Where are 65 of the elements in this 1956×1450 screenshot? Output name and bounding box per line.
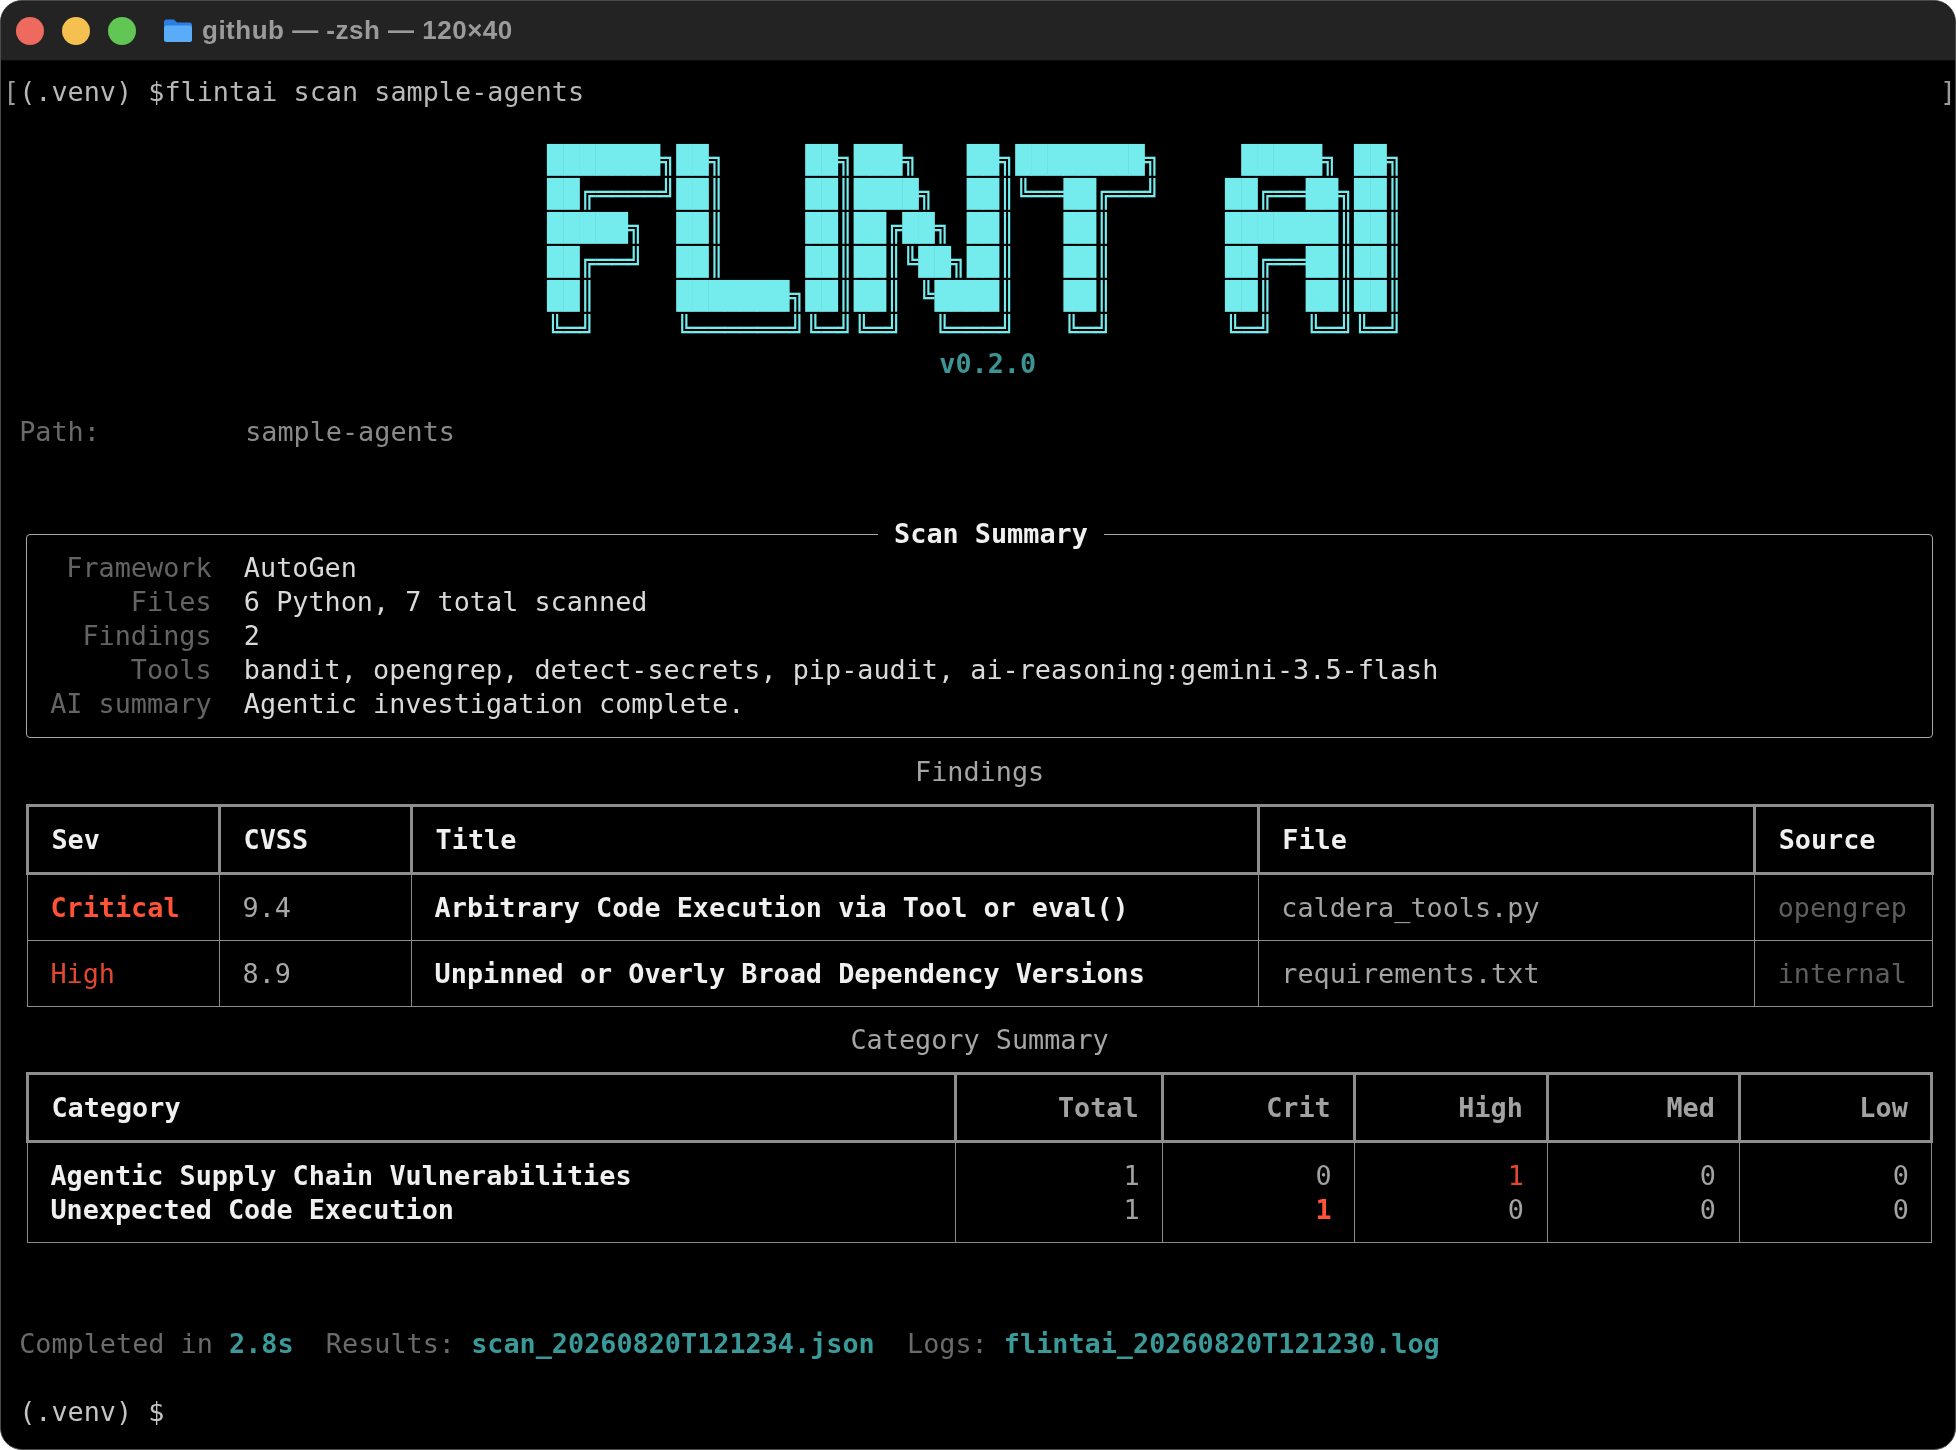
version-label: v0.2.0 <box>939 348 1037 379</box>
status-value: scan_20260820T121234.json <box>471 1326 875 1361</box>
column-header: Low <box>1739 1073 1932 1142</box>
table-cell: 1 <box>1354 1141 1547 1193</box>
mark-bracket: ] <box>1940 75 1955 109</box>
status-label: Results: <box>325 1326 455 1361</box>
table-cell: 8.9 <box>219 940 412 1007</box>
table-cell: Arbitrary Code Execution via Tool or eval() <box>411 873 1259 941</box>
summary-label: Files <box>129 585 212 619</box>
status-label: Logs: <box>907 1326 988 1361</box>
table-cell: High <box>27 940 220 1007</box>
table-cell: 1 <box>955 1192 1163 1243</box>
window-title: github — -zsh — 120×40 <box>202 15 513 46</box>
table-cell: Unpinned or Overly Broad Dependency Versions <box>411 940 1259 1007</box>
table-caption: Category Summary <box>850 1023 1109 1055</box>
summary-label: AI summary <box>50 687 212 721</box>
status-label: Completed in <box>19 1326 213 1361</box>
column-header: File <box>1258 805 1755 874</box>
summary-label: Framework <box>65 551 212 585</box>
column-header: Source <box>1754 805 1932 874</box>
table-cell: internal <box>1754 940 1932 1007</box>
table-cell: 1 <box>955 1141 1163 1193</box>
table-cell: 1 <box>1162 1192 1355 1243</box>
column-header: Total <box>955 1073 1163 1142</box>
table-caption: Findings <box>915 755 1045 787</box>
ascii-logo: ███████╗██╗ ██╗███╗ ██╗████████╗ █████╗ ██╗ ██╔════╝██║ ██║████╗ ██║╚══██╔══╝ ██╔══██╗██║ █████╗ ██║ ██║██╔██╗ ██║ ██║ ███████║██║ ██╔══╝ ██║ ██║██║╚██╗██║ ██║ ██╔══██║██║ ██║ ███████╗██║██║ ╚████║ ██║ ██║ ██║██║ ╚═╝ ╚══════╝╚═╝╚═╝ ╚═══╝ ╚═╝ ╚═╝ ╚═╝╚═╝ <box>547 143 1403 347</box>
shell-prompt: (.venv) $ <box>19 1395 165 1427</box>
minimize-button[interactable] <box>62 16 90 45</box>
panel-title: Scan Summary <box>893 517 1089 551</box>
table-cell: 0 <box>1739 1141 1932 1193</box>
column-header: Med <box>1547 1073 1740 1142</box>
summary-value: 6 Python, 7 total scanned <box>243 585 649 619</box>
table-cell: 9.4 <box>219 873 412 941</box>
column-header: Title <box>411 805 1259 874</box>
table-cell: Critical <box>27 873 220 941</box>
column-header: CVSS <box>219 805 412 874</box>
folder-icon <box>164 19 192 42</box>
status-value: flintai_20260820T121230.log <box>1003 1326 1440 1361</box>
table-cell: caldera_tools.py <box>1258 873 1755 941</box>
summary-label: Tools <box>129 653 212 687</box>
table-cell: 0 <box>1354 1192 1547 1243</box>
column-header: High <box>1354 1073 1547 1142</box>
summary-value: AutoGen <box>243 551 358 585</box>
mark-bracket: [ <box>3 75 20 109</box>
table-cell: 0 <box>1162 1141 1355 1193</box>
path-label: Path: <box>19 415 101 449</box>
path-value: sample-agents <box>245 416 455 447</box>
table-cell: Agentic Supply Chain Vulnerabilities <box>27 1141 956 1193</box>
summary-value: 2 <box>243 619 261 653</box>
table-cell: requirements.txt <box>1258 940 1755 1007</box>
column-header: Sev <box>27 805 220 874</box>
command-text: (.venv) $flintai scan sample-agents <box>19 75 585 109</box>
column-header: Category <box>27 1073 956 1142</box>
table-cell: opengrep <box>1754 873 1932 941</box>
summary-value: bandit, opengrep, detect-secrets, pip-audit, ai-reasoning:gemini-3.5-flash <box>243 653 1440 687</box>
table-cell: 0 <box>1547 1141 1740 1193</box>
table-cell: Unexpected Code Execution <box>27 1192 956 1243</box>
table-cell: 0 <box>1739 1192 1932 1243</box>
column-header: Crit <box>1162 1073 1355 1142</box>
summary-value: Agentic investigation complete. <box>243 687 746 721</box>
zoom-button[interactable] <box>108 16 136 45</box>
table-cell: 0 <box>1547 1192 1740 1243</box>
summary-label: Findings <box>81 619 212 653</box>
status-value: 2.8s <box>229 1326 294 1361</box>
close-button[interactable] <box>16 16 44 45</box>
